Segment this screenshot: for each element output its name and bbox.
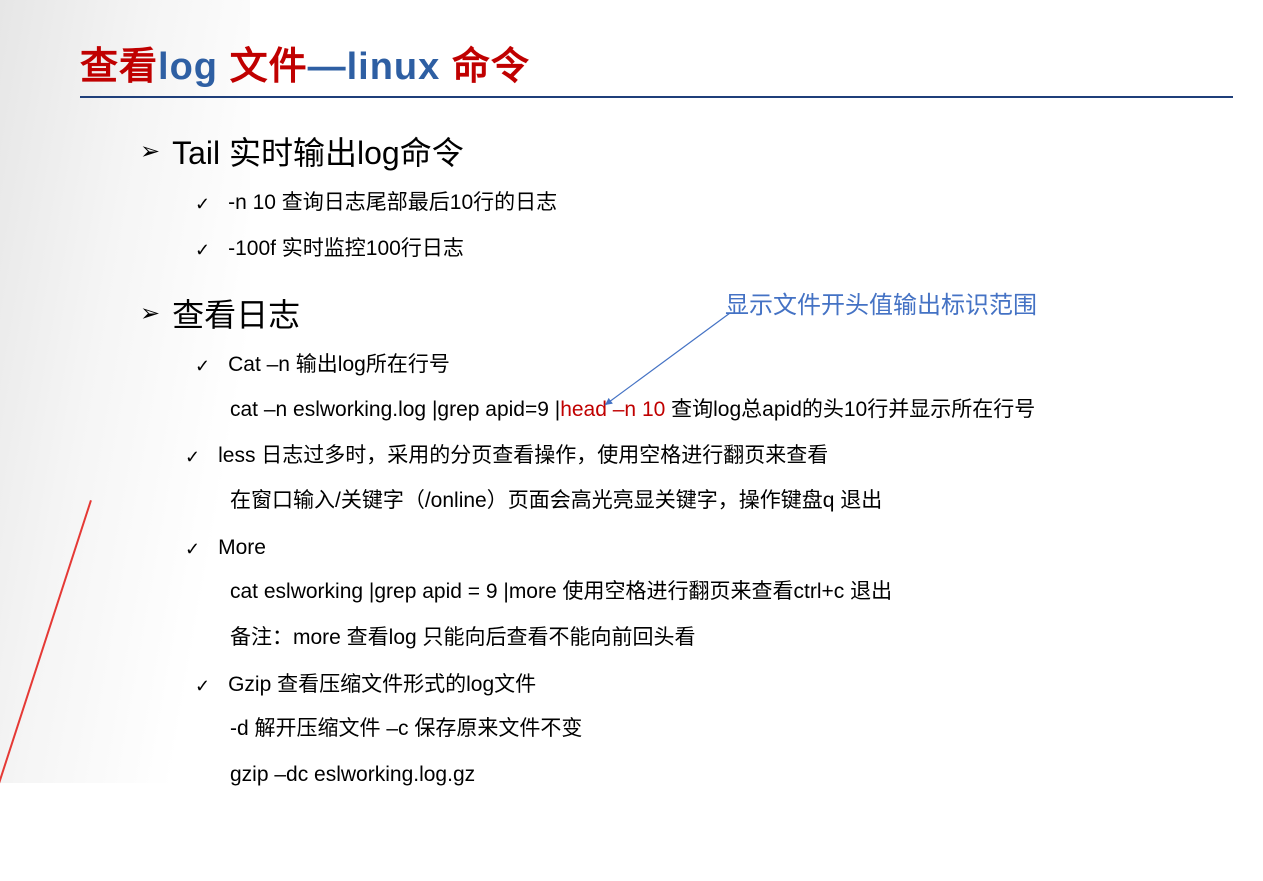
item-less: ✓ less 日志过多时，采用的分页查看操作，使用空格进行翻页来查看 [185,439,1233,473]
check-icon: ✓ [195,236,210,265]
bullet-tail: ➢ Tail 实时输出log命令 [140,128,1233,174]
annotation-arrow [595,305,755,415]
item-tail-f-text: -100f 实时监控100行日志 [228,232,464,266]
bullet-tail-text: Tail 实时输出log命令 [172,128,464,174]
check-icon: ✓ [185,535,200,564]
body-section: ➢ Tail 实时输出log命令 ✓ -n 10 查询日志尾部最后10行的日志 … [140,128,1233,793]
check-icon: ✓ [195,352,210,381]
check-icon: ✓ [185,443,200,472]
item-less-text: less 日志过多时，采用的分页查看操作，使用空格进行翻页来查看 [218,439,828,473]
title-part-3: 文件 [230,46,308,88]
title-part-5: 命令 [452,46,530,88]
check-icon: ✓ [195,672,210,701]
item-more-text: More [218,531,266,565]
item-tail-f: ✓ -100f 实时监控100行日志 [195,232,1233,266]
title-part-4: —linux [308,46,452,88]
item-gzip: ✓ Gzip 查看压缩文件形式的log文件 [195,668,1233,702]
title-container: 查看log 文件—linux 命令 [80,35,1233,98]
annotation-label: 显示文件开头值输出标识范围 [725,285,1037,320]
title-part-1: 查看 [80,46,158,88]
arrow-icon: ➢ [140,299,160,328]
item-more: ✓ More [185,531,1233,565]
arrow-icon: ➢ [140,137,160,166]
item-cat-text: Cat –n 输出log所在行号 [228,348,450,382]
less-sub: 在窗口输入/关键字（/online）页面会高光亮显关键字，操作键盘q 退出 [230,483,1233,519]
more-sub2: 备注：more 查看log 只能向后查看不能向前回头看 [230,620,1233,656]
check-icon: ✓ [195,190,210,219]
item-tail-n: ✓ -n 10 查询日志尾部最后10行的日志 [195,186,1233,220]
slide-title: 查看log 文件—linux 命令 [80,46,530,88]
gzip-sub2: gzip –dc eslworking.log.gz [230,757,1233,793]
bullet-viewlog-text: 查看日志 [172,290,300,336]
gzip-sub1: -d 解开压缩文件 –c 保存原来文件不变 [230,711,1233,747]
cat-cmd-pre: cat –n eslworking.log |grep apid=9 | [230,398,560,421]
item-gzip-text: Gzip 查看压缩文件形式的log文件 [228,668,536,702]
title-part-2: log [158,46,230,88]
more-sub1: cat eslworking |grep apid = 9 |more 使用空格… [230,574,1233,610]
item-tail-n-text: -n 10 查询日志尾部最后10行的日志 [228,186,557,220]
